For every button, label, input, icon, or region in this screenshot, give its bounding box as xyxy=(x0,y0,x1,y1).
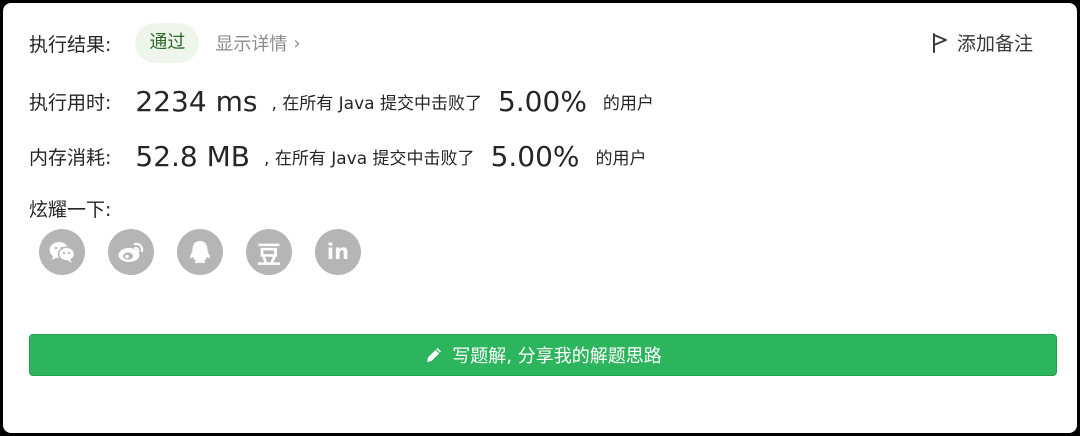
share-label: 炫耀一下: xyxy=(29,198,112,221)
result-label: 执行结果: xyxy=(29,33,112,56)
write-solution-label: 写题解, 分享我的解题思路 xyxy=(452,346,662,367)
runtime-beat-text: , 在所有 Java 提交中击败了 xyxy=(271,93,482,114)
memory-users-text: 的用户 xyxy=(595,148,647,169)
show-details-label: 显示详情 xyxy=(215,34,288,55)
submission-result-card: 执行结果: 通过 显示详情 › 添加备注 执行用时: 2234 ms , 在所有… xyxy=(3,3,1077,433)
memory-row: 内存消耗: 52.8 MB , 在所有 Java 提交中击败了 5.00% 的用… xyxy=(29,136,647,176)
status-badge: 通过 xyxy=(135,23,200,63)
memory-value: 52.8 MB xyxy=(135,139,251,173)
pencil-icon xyxy=(427,348,442,362)
chevron-right-icon: › xyxy=(293,32,301,54)
douban-icon: 豆 xyxy=(257,240,281,269)
runtime-percent: 5.00% xyxy=(497,84,587,118)
memory-beat-text: , 在所有 Java 提交中击败了 xyxy=(264,148,475,169)
douban-share-button[interactable]: 豆 xyxy=(246,229,292,275)
flag-icon xyxy=(932,32,947,53)
linkedin-icon: in xyxy=(326,240,350,264)
memory-percent: 5.00% xyxy=(490,139,580,173)
qq-share-button[interactable] xyxy=(177,229,223,275)
runtime-value: 2234 ms xyxy=(135,84,258,118)
runtime-users-text: 的用户 xyxy=(602,93,654,114)
add-note-label: 添加备注 xyxy=(956,33,1033,55)
show-details-link[interactable]: 显示详情 › xyxy=(215,30,300,56)
memory-label: 内存消耗: xyxy=(29,146,112,169)
wechat-icon xyxy=(49,242,76,263)
share-buttons: 豆 in xyxy=(39,229,361,275)
weibo-icon xyxy=(118,242,144,262)
runtime-row: 执行用时: 2234 ms , 在所有 Java 提交中击败了 5.00% 的用… xyxy=(29,81,654,121)
share-row: 炫耀一下: xyxy=(29,193,111,223)
weibo-share-button[interactable] xyxy=(108,229,154,275)
result-row: 执行结果: 通过 显示详情 › xyxy=(29,23,301,63)
linkedin-share-button[interactable]: in xyxy=(315,229,361,275)
runtime-label: 执行用时: xyxy=(29,91,112,114)
wechat-share-button[interactable] xyxy=(39,229,85,275)
add-note-button[interactable]: 添加备注 xyxy=(931,29,1033,56)
write-solution-button[interactable]: 写题解, 分享我的解题思路 xyxy=(29,334,1057,376)
qq-icon xyxy=(189,241,211,264)
